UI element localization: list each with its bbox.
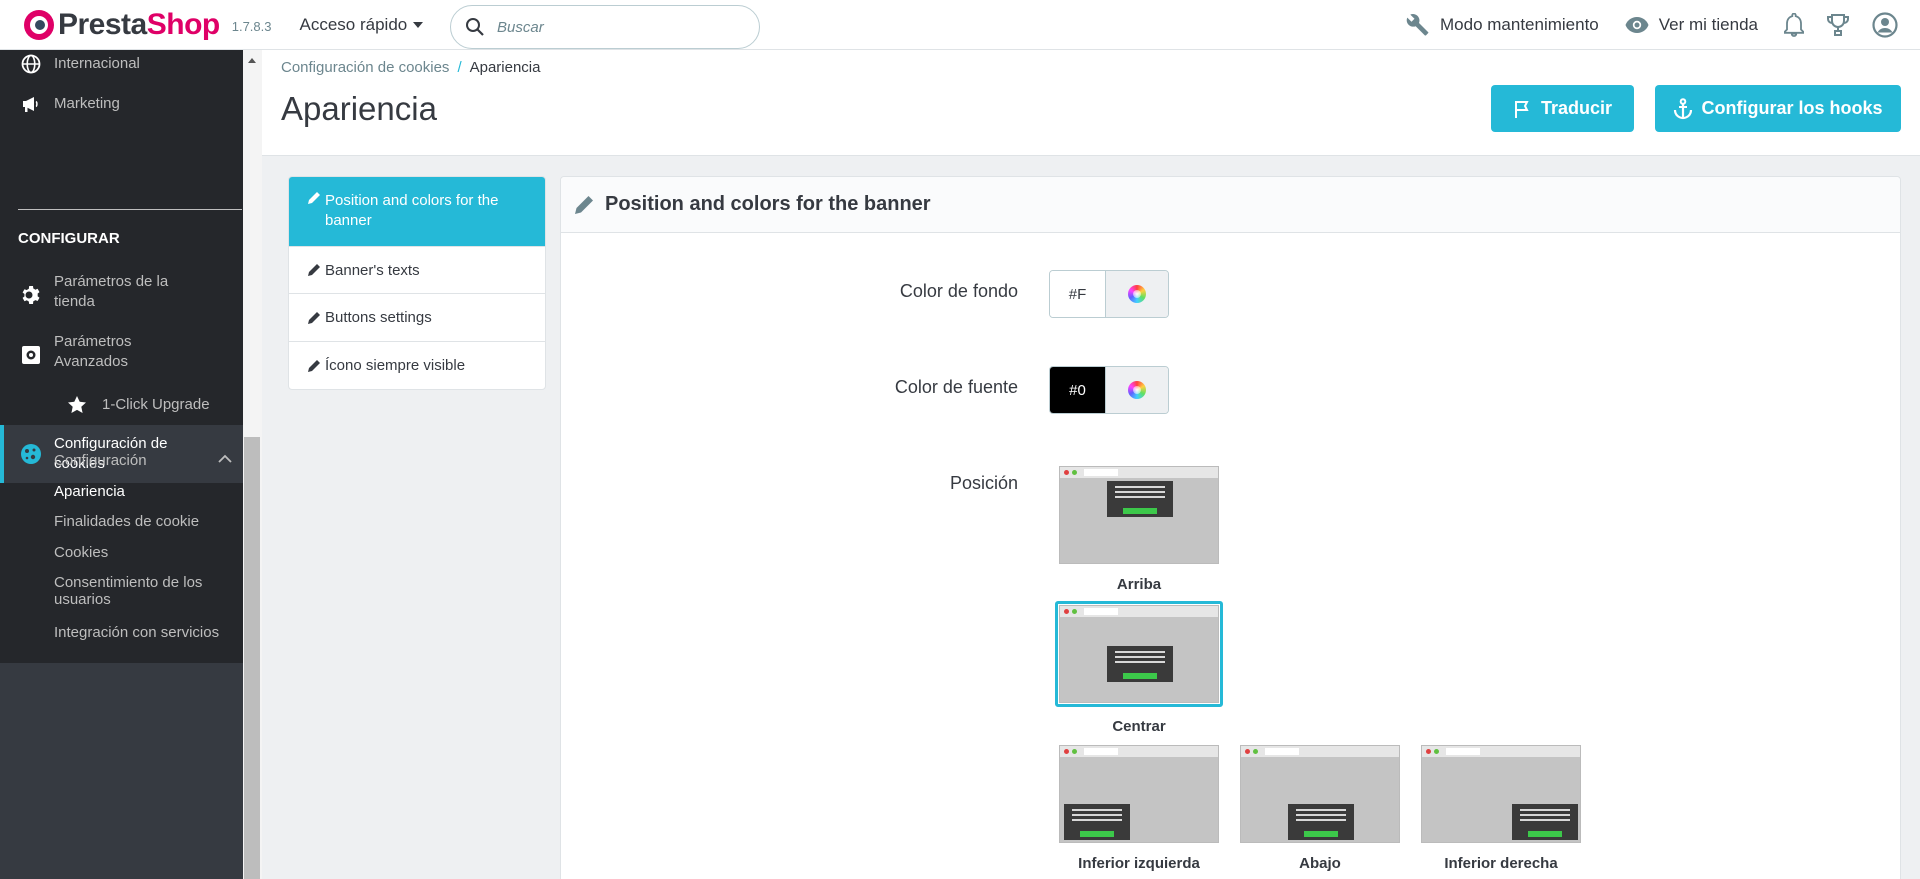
- page-header: Configuración de cookies / Apariencia Apar…: [262, 50, 1920, 156]
- globe-icon: [20, 53, 42, 75]
- search-icon: [466, 18, 484, 36]
- version-label: 1.7.8.3: [231, 19, 272, 34]
- color-wheel-icon: [1128, 285, 1146, 303]
- pencil-icon: [575, 195, 593, 214]
- top-header: PrestaShop 1.7.8.3 Acceso rápido Modo ma…: [0, 0, 1920, 50]
- submenu-finalidades[interactable]: Finalidades de cookie: [54, 513, 199, 530]
- submenu-consentimiento[interactable]: Consentimiento de los usuarios: [54, 574, 202, 608]
- advanced-settings-icon: [20, 344, 42, 366]
- position-option-bottom-left[interactable]: Inferior izquierda: [1059, 745, 1219, 872]
- configure-hooks-button[interactable]: Configurar los hooks: [1655, 85, 1901, 132]
- position-option-top[interactable]: Arriba: [1059, 466, 1219, 593]
- section-configurar: CONFIGURAR: [18, 230, 120, 247]
- quick-access-dropdown[interactable]: Acceso rápido: [300, 15, 424, 35]
- font-color-picker[interactable]: [1105, 367, 1168, 413]
- tab-banner-texts[interactable]: Banner's texts: [289, 247, 545, 294]
- breadcrumb-current: Apariencia: [469, 59, 541, 76]
- user-account-button[interactable]: [1872, 12, 1898, 38]
- scroll-up-arrow-icon[interactable]: [248, 58, 256, 63]
- background-color-label: Color de fondo: [899, 281, 1018, 301]
- position-option-center[interactable]: Centrar: [1055, 601, 1223, 735]
- position-preview-bottom-right: [1421, 745, 1581, 843]
- config-tabs: Position and colors for the banner Banner…: [288, 176, 546, 390]
- tab-icon-visible[interactable]: Ícono siempre visible: [289, 342, 545, 389]
- breadcrumb: Configuración de cookies / Apariencia: [281, 59, 541, 76]
- view-shop-link[interactable]: Ver mi tienda: [1625, 15, 1758, 35]
- sidebar-menu: Internacional Marketing CONFIGURAR Parám…: [0, 50, 243, 663]
- submenu-cookies[interactable]: Cookies: [54, 544, 108, 561]
- pencil-icon: [308, 359, 320, 372]
- page-title: Apariencia: [281, 90, 437, 127]
- card-header: Position and colors for the banner: [561, 177, 1900, 233]
- font-color-field[interactable]: #0: [1049, 366, 1169, 414]
- translate-button[interactable]: Traducir: [1491, 85, 1634, 132]
- maintenance-mode-link[interactable]: Modo mantenimiento: [1406, 13, 1599, 37]
- search-input[interactable]: [497, 18, 737, 36]
- position-preview-top: [1059, 466, 1219, 564]
- wrench-icon: [1406, 13, 1429, 36]
- sidebar-scrollbar[interactable]: [243, 50, 262, 879]
- sidebar-item-store-params[interactable]: Parámetros de la tienda: [0, 272, 243, 316]
- search-box[interactable]: [450, 5, 760, 49]
- prestashop-logo[interactable]: PrestaShop: [24, 8, 220, 42]
- sidebar-divider: [18, 209, 242, 210]
- pencil-icon: [308, 264, 320, 276]
- achievements-button[interactable]: [1826, 13, 1850, 37]
- background-color-field[interactable]: #F: [1049, 270, 1169, 318]
- submenu-integracion[interactable]: Integración con servicios: [54, 624, 219, 641]
- chevron-up-icon[interactable]: [218, 450, 232, 467]
- flag-icon: [1514, 100, 1529, 118]
- notifications-button[interactable]: [1784, 13, 1804, 37]
- position-option-bottom-right[interactable]: Inferior derecha: [1421, 745, 1581, 872]
- sidebar-item-one-click-upgrade[interactable]: 1-Click Upgrade: [0, 393, 243, 417]
- font-color-label: Color de fuente: [894, 377, 1018, 397]
- user-avatar-icon: [1872, 12, 1898, 38]
- background-color-picker[interactable]: [1105, 271, 1168, 317]
- puffin-logo-icon: [24, 9, 54, 40]
- pencil-icon: [308, 311, 320, 324]
- eye-icon: [1625, 17, 1649, 33]
- sidebar-item-internacional[interactable]: Internacional: [0, 52, 243, 76]
- breadcrumb-parent[interactable]: Configuración de cookies: [281, 59, 449, 76]
- submenu-configuracion[interactable]: Configuración: [54, 452, 147, 469]
- position-preview-bottom-left: [1059, 745, 1219, 843]
- position-preview-center: [1059, 605, 1219, 703]
- star-icon: [66, 394, 88, 416]
- scrollbar-thumb[interactable]: [244, 437, 260, 879]
- position-preview-bottom: [1240, 745, 1400, 843]
- tab-buttons-settings[interactable]: Buttons settings: [289, 294, 545, 342]
- pencil-icon: [308, 192, 320, 204]
- trophy-icon: [1827, 14, 1849, 36]
- selected-frame: [1055, 601, 1223, 707]
- color-wheel-icon: [1128, 381, 1146, 399]
- sidebar-item-advanced-params[interactable]: Parámetros Avanzados: [0, 332, 243, 376]
- bell-icon: [1784, 13, 1804, 37]
- sidebar: Internacional Marketing CONFIGURAR Parám…: [0, 50, 243, 879]
- anchor-icon: [1674, 97, 1693, 119]
- megaphone-icon: [20, 93, 42, 115]
- gear-icon: [20, 284, 42, 306]
- tab-position-colors[interactable]: Position and colors for the banner: [289, 177, 545, 247]
- position-label: Posición: [949, 473, 1018, 493]
- settings-card: Position and colors for the banner Color…: [560, 176, 1901, 879]
- cookie-icon: [20, 443, 42, 465]
- background-color-value[interactable]: #F: [1050, 271, 1105, 317]
- sidebar-item-marketing[interactable]: Marketing: [0, 92, 243, 116]
- submenu-apariencia[interactable]: Apariencia: [54, 483, 125, 500]
- caret-down-icon: [413, 21, 424, 28]
- font-color-value[interactable]: #0: [1050, 367, 1105, 413]
- position-option-bottom[interactable]: Abajo: [1240, 745, 1400, 872]
